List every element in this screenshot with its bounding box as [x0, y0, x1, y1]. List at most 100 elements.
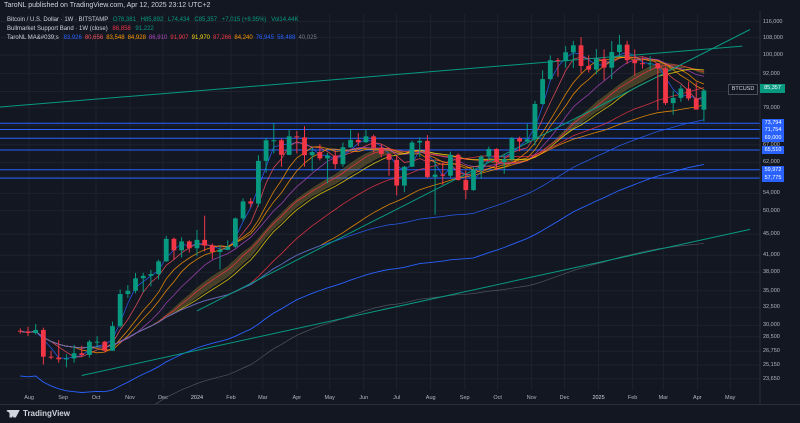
price-tick-label: 54,000: [763, 190, 780, 197]
price-tick-label: 116,000: [763, 18, 783, 25]
candle-body: [478, 156, 484, 171]
candle-body: [309, 152, 315, 156]
candle-body: [256, 160, 261, 204]
candle-body: [271, 140, 277, 142]
candle-body: [186, 241, 192, 249]
candle-body: [355, 139, 361, 143]
candle-body: [171, 238, 177, 251]
high-value: H85,892: [140, 17, 164, 23]
level-price-label: 65,510: [762, 145, 784, 154]
symbol-tag: BTCUSD: [728, 84, 758, 95]
candle-body: [655, 63, 661, 69]
ma-value: 87,266: [213, 35, 232, 41]
support-band-legend: Bullmarket Support Band · 1W (close) 86,…: [7, 25, 157, 33]
candle-body: [64, 358, 69, 360]
price-tick-label: 62,000: [763, 159, 780, 166]
candle-body: [279, 140, 284, 155]
candle-body: [217, 249, 223, 252]
time-tick-label: Sep: [58, 395, 69, 401]
ma-value: 91,970: [191, 35, 210, 41]
candle-body: [409, 142, 415, 167]
time-tick-label: Feb: [627, 395, 638, 401]
time-tick-label: Mar: [258, 395, 268, 401]
price-tick-label: 79,000: [763, 104, 780, 111]
candle-body: [425, 140, 430, 177]
time-tick-label: May: [324, 395, 335, 401]
volume-value: Vol14.44K: [271, 17, 299, 23]
candle-body: [547, 60, 553, 80]
close-value: C85,357: [194, 17, 218, 23]
candle-body: [340, 147, 346, 165]
candle-body: [640, 63, 645, 65]
candle-body: [87, 341, 92, 355]
time-tick-label: Mar: [658, 395, 669, 401]
ma-value: 83,926: [63, 35, 82, 41]
price-tick-label: 38,000: [763, 269, 780, 276]
indicator1-value2: 91,222: [135, 26, 154, 32]
candle-body: [586, 66, 592, 70]
tradingview-logo-icon: [6, 409, 20, 418]
ma-value: 76,945: [255, 35, 275, 41]
candle-body: [555, 60, 561, 62]
candle-body: [33, 329, 39, 333]
candle-body: [471, 170, 476, 191]
ma-value: 91,907: [170, 35, 189, 41]
candle-body: [25, 331, 31, 333]
published-banner: TaroNL published on TradingView.com, Apr…: [4, 2, 211, 9]
candle-body: [540, 79, 546, 104]
price-tick-label: 92,000: [763, 70, 780, 77]
candle-body: [348, 139, 353, 148]
time-tick-label: Dec: [158, 395, 168, 401]
candle-body: [225, 246, 231, 250]
symbol-name: Bitcoin / U.S. Dollar · 1W · BITSTAMP: [7, 17, 109, 23]
ma-value: 83,548: [106, 35, 125, 41]
price-chart[interactable]: [0, 0, 800, 422]
candle-body: [617, 44, 622, 53]
candle-body: [670, 97, 676, 104]
candle-body: [240, 201, 246, 219]
price-tick-label: 26,750: [763, 348, 780, 355]
price-tick-label: 45,000: [763, 231, 780, 238]
candle-body: [163, 238, 169, 262]
time-tick-label: 2024: [190, 395, 204, 401]
candle-body: [401, 166, 407, 186]
ma-value: 58,488: [277, 35, 296, 41]
candle-body: [578, 45, 584, 67]
candle-body: [624, 44, 630, 61]
time-tick-label: Feb: [226, 395, 236, 401]
ma-value: 86,910: [148, 35, 168, 41]
brand-name: TradingView: [23, 409, 70, 418]
price-tick-label: 50,000: [763, 207, 780, 214]
time-tick-label: Apr: [693, 395, 702, 401]
tradingview-logo[interactable]: TradingView: [6, 409, 70, 418]
candle-body: [133, 278, 138, 291]
candle-body: [232, 218, 238, 247]
time-tick-label: Jun: [359, 395, 369, 401]
indicator1-name: Bullmarket Support Band · 1W (close): [7, 26, 108, 32]
time-tick-label: Jul: [393, 395, 401, 401]
time-tick-label: Dec: [559, 395, 570, 401]
level-price-label: 71,754: [762, 125, 784, 134]
footer: TradingView: [0, 404, 800, 423]
candle-body: [494, 148, 499, 162]
price-tick-label: 108,000: [763, 34, 783, 41]
candle-body: [647, 63, 653, 65]
candle-body: [386, 154, 392, 160]
low-value: L74,434: [167, 17, 190, 23]
price-tick-label: 23,650: [763, 375, 780, 382]
candle-body: [693, 98, 699, 110]
price-tick-label: 100,000: [763, 51, 783, 58]
time-tick-label: Aug: [24, 395, 34, 401]
candle-body: [448, 154, 453, 176]
candle-body: [71, 353, 77, 359]
candle-body: [94, 341, 100, 343]
candle-body: [56, 357, 62, 360]
candle-body: [417, 140, 423, 143]
candle-body: [701, 90, 707, 110]
candle-body: [263, 140, 269, 161]
candle-body: [194, 239, 200, 249]
candle-body: [532, 103, 538, 140]
time-tick-label: Oct: [493, 395, 502, 401]
candle-body: [432, 174, 438, 177]
candle-body: [102, 341, 108, 351]
